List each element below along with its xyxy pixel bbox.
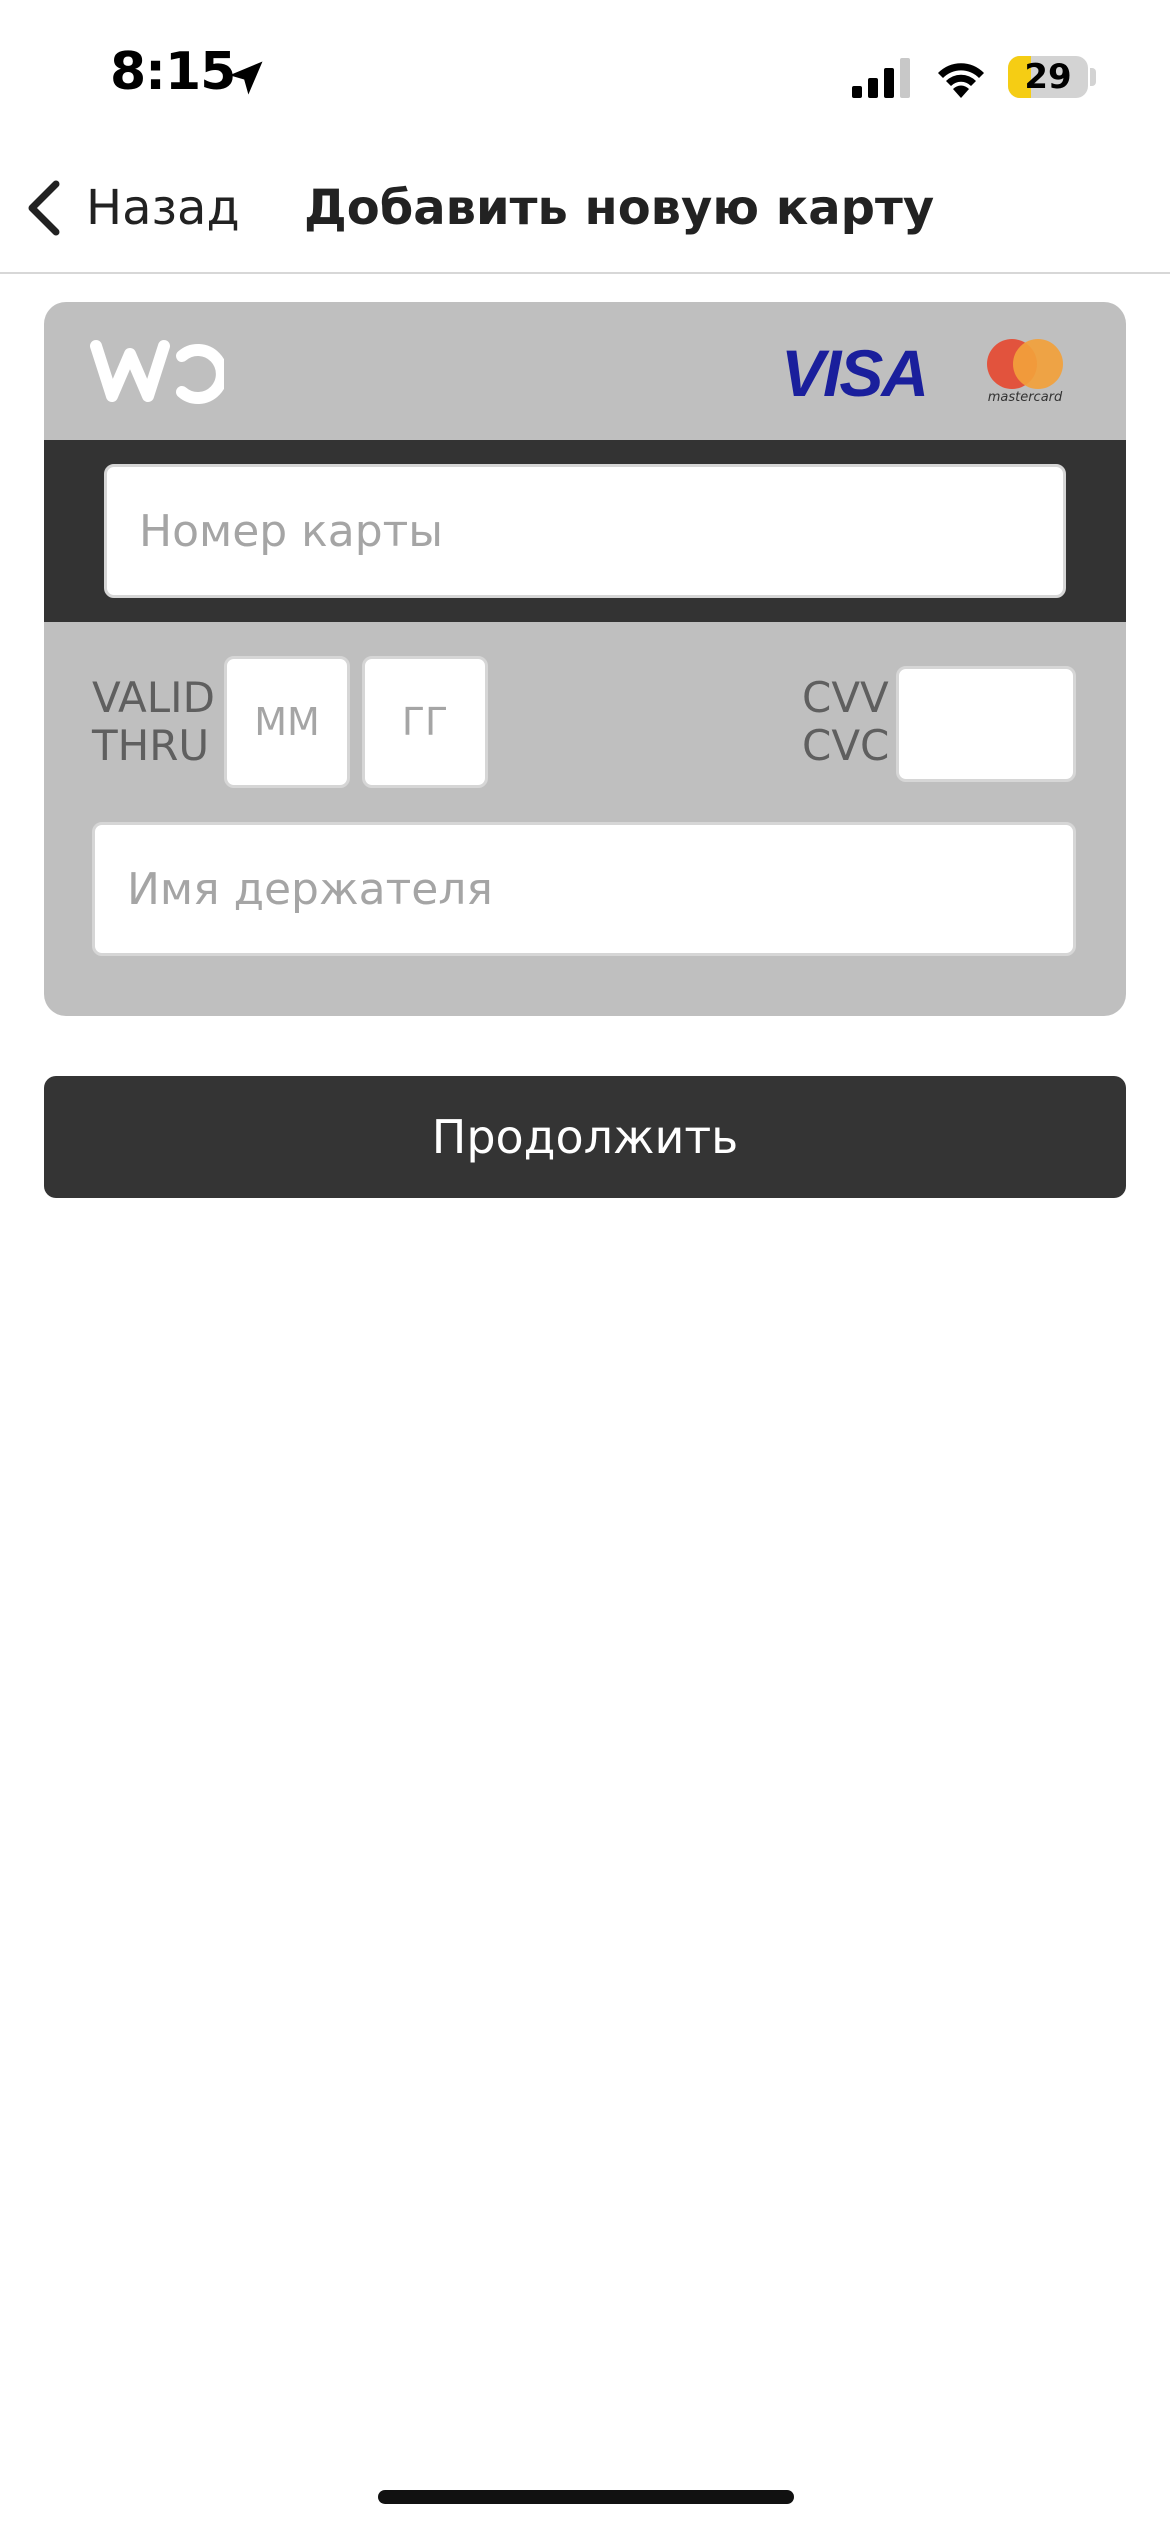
valid-thru-label: VALID THRU	[92, 674, 215, 770]
battery-cap	[1090, 68, 1096, 86]
wifi-icon	[938, 63, 984, 98]
mastercard-label: mastercard	[987, 390, 1063, 405]
back-label: Назад	[86, 180, 240, 236]
cellular-signal-icon	[852, 58, 910, 98]
expiry-month-input[interactable]: ММ	[224, 656, 350, 788]
valid-thru-line2: THRU	[92, 721, 210, 770]
cardholder-name-input[interactable]: Имя держателя	[92, 822, 1076, 956]
home-indicator[interactable]	[378, 2490, 794, 2504]
status-time: 8:15	[110, 42, 236, 102]
visa-logo: VISA	[781, 338, 929, 408]
month-placeholder: ММ	[254, 700, 320, 744]
page-title: Добавить новую карту	[304, 180, 935, 236]
cvv-input[interactable]	[896, 666, 1076, 782]
expiry-year-input[interactable]: ГГ	[362, 656, 488, 788]
year-placeholder: ГГ	[401, 700, 449, 744]
cvv-line1: CVV	[802, 673, 889, 722]
battery-level: 29	[1024, 57, 1072, 97]
card-number-input[interactable]: Номер карты	[104, 464, 1066, 598]
location-arrow-icon	[229, 61, 263, 95]
holder-name-placeholder: Имя держателя	[127, 863, 493, 915]
chevron-left-icon	[28, 180, 60, 236]
visa-logo-text: VISA	[781, 338, 927, 408]
wo-logo	[90, 340, 224, 404]
cvv-label: CVV CVC	[802, 674, 889, 770]
cvv-line2: CVC	[802, 721, 890, 770]
continue-button[interactable]: Продолжить	[44, 1076, 1126, 1198]
valid-thru-line1: VALID	[92, 673, 215, 722]
status-bar: 8:15 29	[0, 0, 1170, 150]
card-number-placeholder: Номер карты	[139, 505, 444, 557]
nav-bar: Назад Добавить новую карту	[0, 150, 1170, 274]
back-button[interactable]: Назад	[24, 172, 240, 244]
card-form: VISA mastercard Номер карты VALID THRU М…	[44, 302, 1126, 1016]
battery-icon: 29	[1008, 56, 1088, 98]
